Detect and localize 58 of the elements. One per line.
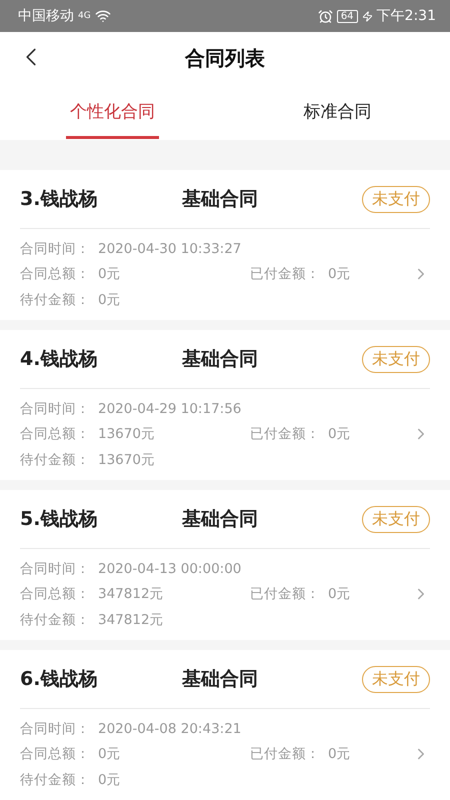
status-badge: 未支付 [362, 666, 430, 692]
field-label: 合同时间： [20, 560, 90, 578]
field-value: 0元 [328, 265, 351, 284]
field-value: 347812元 [98, 585, 164, 604]
status-badge: 未支付 [362, 186, 430, 212]
field-value: 0元 [98, 770, 121, 789]
field-label: 已付金额： [250, 745, 320, 764]
field-value: 0元 [98, 265, 121, 284]
status-badge: 未支付 [362, 506, 430, 532]
network-type: 4G [78, 11, 91, 21]
field-label: 待付金额： [20, 610, 90, 629]
contract-type: 基础合同 [182, 347, 259, 372]
contract-name: 4.钱战杨 [20, 347, 98, 372]
field-label: 合同总额： [20, 585, 90, 604]
field-value: 0元 [328, 425, 351, 444]
field-value: 2020-04-29 10:17:56 [98, 400, 242, 417]
status-badge: 未支付 [362, 346, 430, 372]
field-label: 合同时间： [20, 720, 90, 738]
field-label: 合同总额： [20, 425, 90, 444]
contract-name: 6.钱战杨 [20, 667, 98, 692]
contract-name: 3.钱战杨 [20, 187, 98, 212]
charging-icon [362, 10, 373, 22]
contract-type: 基础合同 [182, 507, 259, 532]
field-value: 0元 [328, 745, 351, 764]
field-value: 13670元 [98, 425, 155, 444]
field-value: 0元 [98, 745, 121, 764]
field-label: 已付金额： [250, 425, 320, 444]
contract-type: 基础合同 [182, 667, 259, 692]
battery-level: 64 [336, 10, 358, 22]
carrier-name: 中国移动 [18, 7, 74, 25]
contract-card[interactable]: 3.钱战杨 基础合同 未支付 合同时间： 2020-04-30 10:33:27 合同总额： 0元 已付金额： 0元 待付金额： 0元 [0, 170, 450, 320]
wifi-icon [94, 8, 111, 24]
field-label: 已付金额： [250, 585, 320, 604]
contract-card[interactable]: 4.钱战杨 基础合同 未支付 合同时间： 2020-04-29 10:17:56 合同总额： 13670元 已付金额： 0元 待付金额： 13670元 [0, 330, 450, 480]
tab[interactable]: 个性化合同 [0, 85, 225, 140]
field-label: 合同时间： [20, 240, 90, 258]
field-label: 合同总额： [20, 265, 90, 284]
page-title: 合同列表 [185, 45, 265, 72]
tab[interactable]: 标准合同 [225, 85, 450, 140]
clock-time: 下午2:31 [376, 7, 436, 25]
contract-card[interactable]: 6.钱战杨 基础合同 未支付 合同时间： 2020-04-08 20:43:21 合同总额： 0元 已付金额： 0元 待付金额： 0元 [0, 650, 450, 800]
contract-type: 基础合同 [182, 187, 259, 212]
field-label: 待付金额： [20, 290, 90, 309]
field-value: 2020-04-30 10:33:27 [98, 240, 242, 257]
field-value: 13670元 [98, 450, 155, 469]
contract-name: 5.钱战杨 [20, 507, 98, 532]
field-value: 347812元 [98, 610, 164, 629]
field-label: 已付金额： [250, 265, 320, 284]
field-label: 待付金额： [20, 770, 90, 789]
contract-card[interactable]: 5.钱战杨 基础合同 未支付 合同时间： 2020-04-13 00:00:00 合同总额： 347812元 已付金额： 0元 待付金额： 347812元 [0, 490, 450, 640]
field-value: 0元 [98, 290, 121, 309]
alarm-icon [318, 8, 333, 24]
field-label: 合同时间： [20, 400, 90, 418]
field-label: 合同总额： [20, 745, 90, 764]
field-label: 待付金额： [20, 450, 90, 469]
field-value: 2020-04-13 00:00:00 [98, 560, 242, 577]
field-value: 2020-04-08 20:43:21 [98, 720, 242, 737]
field-value: 0元 [328, 585, 351, 604]
